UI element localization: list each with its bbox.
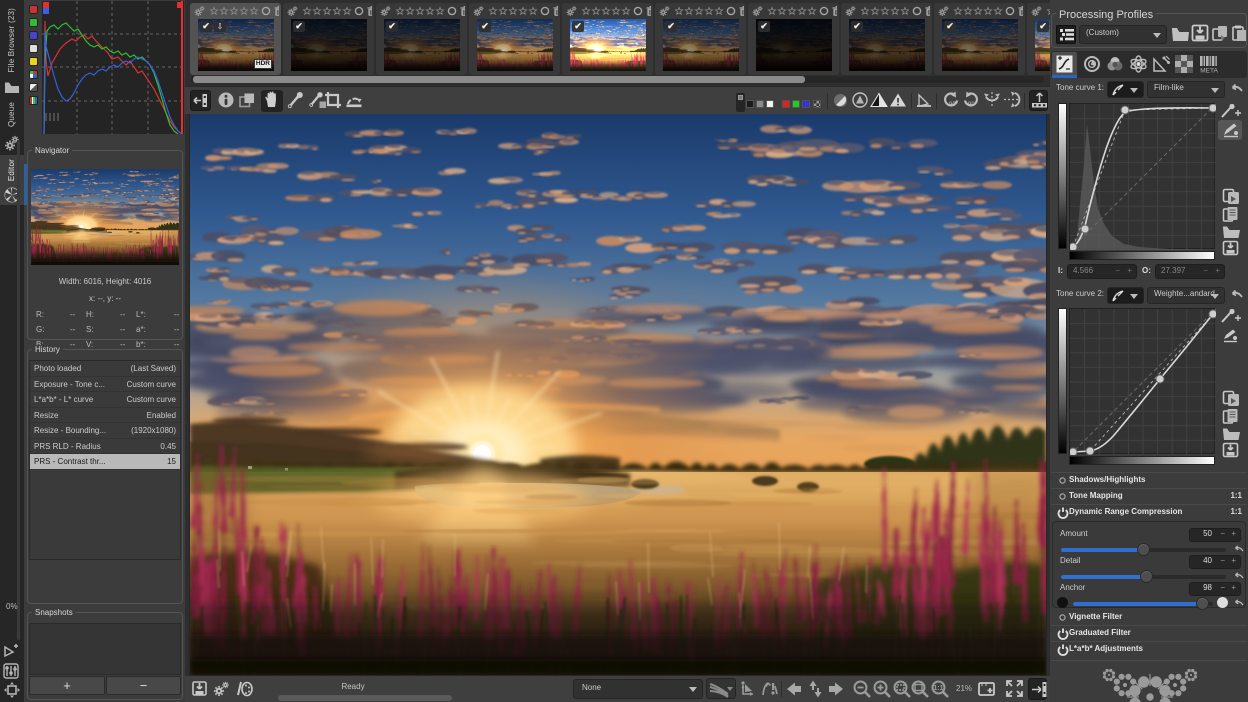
svg-text:1:1: 1:1 — [933, 685, 943, 692]
svg-text:90°: 90° — [968, 102, 978, 108]
svg-text:META: META — [1200, 68, 1218, 74]
svg-text:90°: 90° — [949, 102, 959, 108]
